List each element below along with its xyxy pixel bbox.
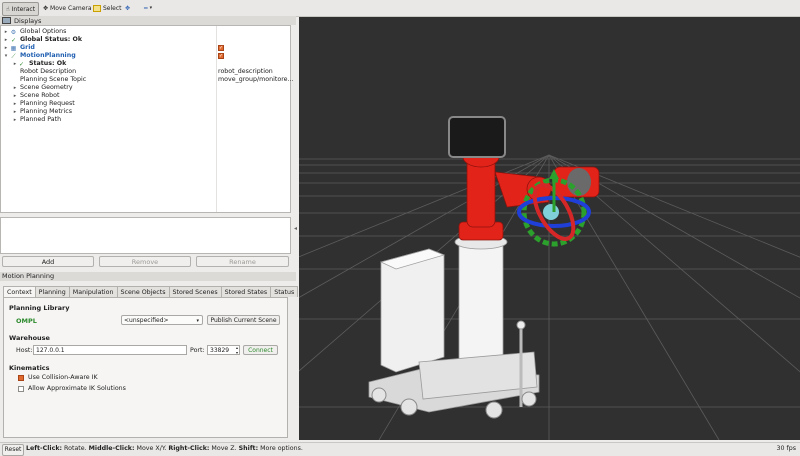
- pointer-hand-icon: ☝: [6, 5, 10, 13]
- tree-item-global-options[interactable]: ▸ ⚙ Global Options: [1, 28, 290, 36]
- rename-display-button[interactable]: Rename: [196, 256, 289, 267]
- toolbar: ☝ Interact ✥ Move Camera Select ✥ ━ ▾: [0, 0, 800, 17]
- expand-arrow-icon[interactable]: ▸: [3, 28, 9, 36]
- tab-stored-states[interactable]: Stored States: [220, 286, 272, 297]
- tab-manipulation[interactable]: Manipulation: [68, 286, 118, 297]
- focus-icon: ✥: [125, 4, 131, 12]
- planning-library-heading: Planning Library: [9, 304, 70, 312]
- tree-item-grid[interactable]: ▸ ▦ Grid ✓: [1, 44, 290, 52]
- motion-planning-enabled-checkbox[interactable]: ✓: [218, 52, 224, 59]
- motion-planning-header: Motion Planning: [0, 272, 296, 281]
- planner-select[interactable]: <unspecified> ▾: [121, 315, 203, 325]
- move-arrows-icon: ✥: [43, 4, 49, 12]
- add-tool-button[interactable]: ━ ▾: [144, 2, 152, 14]
- publish-current-scene-button[interactable]: Publish Current Scene: [207, 315, 280, 325]
- grid-icon: ▦: [10, 44, 17, 52]
- reset-button[interactable]: Reset: [2, 444, 24, 456]
- collision-aware-ik-checkbox[interactable]: [18, 375, 24, 381]
- planning-library-name: OMPL: [16, 317, 37, 325]
- 3d-viewport[interactable]: [299, 17, 800, 440]
- move-camera-button[interactable]: ✥ Move Camera: [43, 2, 92, 14]
- displays-tree[interactable]: ▸ ⚙ Global Options ▸ ✓ Global Status: Ok…: [0, 25, 294, 213]
- expand-arrow-icon[interactable]: ▸: [12, 100, 18, 108]
- tab-planning[interactable]: Planning: [34, 286, 70, 297]
- select-box-icon: [93, 4, 101, 12]
- tree-item-planning-request[interactable]: ▸ Planning Request: [1, 100, 290, 108]
- host-label: Host:: [16, 347, 33, 354]
- fps-counter: 30 fps: [776, 445, 796, 452]
- warehouse-heading: Warehouse: [9, 334, 50, 342]
- grid-enabled-checkbox[interactable]: ✓: [218, 44, 224, 51]
- tree-item-planning-metrics[interactable]: ▸ Planning Metrics: [1, 108, 290, 116]
- spinner-arrows-icon[interactable]: ▴ ▾: [236, 345, 238, 355]
- splitter-handle-icon[interactable]: ◂: [294, 225, 297, 232]
- checkmark-icon: ✓: [18, 60, 25, 68]
- displays-panel-header: Displays: [0, 16, 296, 25]
- collision-aware-ik-label: Use Collision-Aware IK: [28, 374, 98, 381]
- gear-icon: ⚙: [10, 28, 17, 36]
- approximate-ik-checkbox[interactable]: [18, 386, 24, 392]
- expand-arrow-icon[interactable]: ▸: [12, 108, 18, 116]
- expand-arrow-icon[interactable]: ▸: [3, 44, 9, 52]
- expand-arrow-icon[interactable]: ▸: [3, 36, 9, 44]
- tree-item-scene-robot[interactable]: ▸ Scene Robot: [1, 92, 290, 100]
- select-button[interactable]: Select: [93, 2, 122, 14]
- approximate-ik-label: Allow Approximate IK Solutions: [28, 385, 126, 392]
- robot-pedestal: [368, 234, 540, 419]
- arm-icon: ⟋: [11, 52, 16, 60]
- context-tab-panel: Planning Library OMPL <unspecified> ▾ Pu…: [3, 297, 288, 438]
- port-input[interactable]: 33829 ▴ ▾: [207, 345, 240, 355]
- tab-status[interactable]: Status: [270, 286, 299, 297]
- tree-item-motion-planning[interactable]: ▾ ⟋ MotionPlanning ✓: [1, 52, 290, 60]
- minus-icon: ━: [144, 4, 148, 12]
- status-bar: Reset Left-Click: Rotate. Middle-Click: …: [0, 442, 800, 456]
- connect-button[interactable]: Connect: [243, 345, 278, 355]
- tree-item-status[interactable]: ▸ ✓ Status: Ok: [1, 60, 290, 68]
- expand-arrow-icon[interactable]: ▸: [12, 116, 18, 124]
- focus-camera-button[interactable]: ✥: [125, 2, 130, 14]
- property-description-box: [0, 217, 291, 254]
- host-input[interactable]: 127.0.0.1: [33, 345, 187, 355]
- add-display-button[interactable]: Add: [2, 256, 94, 267]
- tree-item-robot-description[interactable]: Robot Description robot_description: [1, 68, 290, 76]
- dropdown-arrow-icon: ▾: [196, 318, 199, 324]
- tab-stored-scenes[interactable]: Stored Scenes: [168, 286, 222, 297]
- tree-item-planning-scene-topic[interactable]: Planning Scene Topic move_group/monitore…: [1, 76, 294, 84]
- collapse-arrow-icon[interactable]: ▾: [3, 52, 9, 60]
- monitor-icon: [2, 17, 11, 24]
- remove-display-button[interactable]: Remove: [99, 256, 191, 267]
- robot-scene: [299, 116, 800, 440]
- tree-item-planned-path[interactable]: ▸ Planned Path: [1, 116, 290, 124]
- tab-context[interactable]: Context: [3, 286, 36, 297]
- dropdown-arrow-icon: ▾: [149, 5, 153, 11]
- expand-arrow-icon[interactable]: ▸: [12, 92, 18, 100]
- port-label: Port:: [190, 347, 205, 354]
- tree-item-scene-geometry[interactable]: ▸ Scene Geometry: [1, 84, 290, 92]
- motion-planning-tabs: Context Planning Manipulation Scene Obje…: [3, 286, 299, 297]
- interact-button[interactable]: ☝ Interact: [2, 2, 40, 16]
- checkmark-icon: ✓: [10, 36, 17, 44]
- kinematics-heading: Kinematics: [9, 364, 50, 372]
- tab-scene-objects[interactable]: Scene Objects: [116, 286, 170, 297]
- mouse-hint: Left-Click: Rotate. Middle-Click: Move X…: [26, 445, 303, 452]
- expand-arrow-icon[interactable]: ▸: [12, 84, 18, 92]
- tree-item-global-status[interactable]: ▸ ✓ Global Status: Ok: [1, 36, 290, 44]
